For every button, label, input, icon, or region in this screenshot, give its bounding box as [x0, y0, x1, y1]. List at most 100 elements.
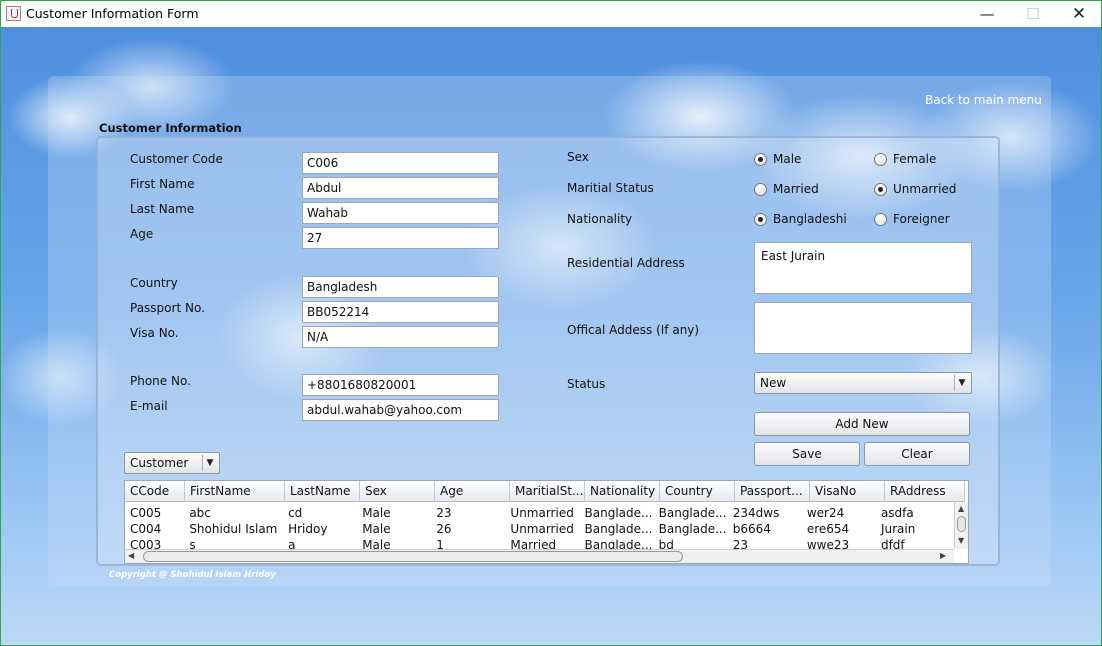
column-header[interactable]: Passport...: [735, 481, 810, 502]
title-bar: Customer Information Form — ☐ ✕: [1, 1, 1101, 27]
table-cell: abc: [189, 506, 211, 520]
section-title: Customer Information: [99, 121, 242, 135]
table-cell: 234dws: [732, 506, 780, 520]
table-cell: Male: [362, 506, 391, 520]
table-cell: Banglade...: [658, 506, 727, 520]
window-title: Customer Information Form: [26, 6, 199, 21]
dropdown-arrow-icon: ▼: [954, 375, 969, 391]
radio-label: Unmarried: [893, 182, 957, 196]
radio-unselected-icon: [754, 182, 767, 196]
radio-label: Married: [773, 182, 819, 196]
passport-field[interactable]: BB052214: [302, 301, 499, 323]
column-header[interactable]: FirstName: [185, 481, 285, 502]
table-cell: b6664: [732, 522, 771, 536]
status-select[interactable]: New ▼: [754, 372, 972, 394]
radio-label: Bangladeshi: [773, 212, 847, 226]
horizontal-scroll-thumb[interactable]: [143, 551, 683, 562]
column-header[interactable]: LastName: [285, 481, 360, 502]
radio-selected-icon: [754, 152, 767, 166]
last-name-label: Last Name: [130, 202, 195, 216]
table-header: CCode FirstName LastName Sex Age MaritialSt..…: [125, 481, 965, 502]
visa-field[interactable]: N/A: [302, 326, 499, 348]
column-header[interactable]: Age: [435, 481, 510, 502]
add-new-button[interactable]: Add New: [754, 412, 970, 436]
radio-selected-icon: [874, 182, 887, 196]
sex-label: Sex: [567, 150, 589, 164]
table-cell: 23: [436, 506, 452, 520]
table-cell: Banglade...: [658, 522, 727, 536]
record-type-select[interactable]: Customer ▼: [124, 452, 220, 474]
radio-label: Female: [893, 152, 937, 166]
phone-field[interactable]: +8801680820001: [302, 374, 499, 396]
column-header[interactable]: Country: [660, 481, 735, 502]
nationality-bangladeshi-radio[interactable]: Bangladeshi: [754, 212, 847, 226]
table-cell: Hridoy: [288, 522, 328, 536]
official-address-field[interactable]: [754, 302, 972, 354]
age-field[interactable]: 27: [302, 227, 499, 249]
table-cell: Banglade...: [584, 522, 653, 536]
sex-female-radio[interactable]: Female: [874, 152, 936, 166]
visa-label: Visa No.: [130, 326, 179, 340]
country-field[interactable]: Bangladesh: [302, 276, 499, 298]
country-label: Country: [130, 276, 178, 290]
status-label: Status: [567, 377, 606, 391]
table-cell: Shohidul Islam: [189, 522, 278, 536]
marital-married-radio[interactable]: Married: [754, 182, 819, 196]
vertical-scroll-thumb[interactable]: [957, 516, 966, 532]
column-header[interactable]: VisaNo: [810, 481, 885, 502]
record-type-select-value: Customer: [130, 456, 189, 470]
email-field[interactable]: abdul.wahab@yahoo.com: [302, 399, 499, 421]
last-name-field[interactable]: Wahab: [302, 202, 499, 224]
column-header[interactable]: Sex: [360, 481, 435, 502]
table-body: C005 abc cd Male 23 Unmarried Banglade... Bangl…: [125, 505, 955, 553]
phone-label: Phone No.: [130, 374, 191, 388]
table-cell: Male: [362, 522, 391, 536]
column-header[interactable]: MaritialSt...: [510, 481, 585, 502]
dropdown-arrow-icon: ▼: [202, 455, 217, 471]
column-header[interactable]: Nationality: [585, 481, 660, 502]
table-cell: C004: [130, 522, 162, 536]
customer-code-label: Customer Code: [130, 152, 223, 166]
table-row[interactable]: C004 Shohidul Islam Hridoy Male 26 Unmarried B…: [125, 521, 955, 537]
scroll-left-icon[interactable]: ◀: [128, 551, 134, 560]
first-name-label: First Name: [130, 177, 195, 191]
residential-address-field[interactable]: East Jurain: [754, 242, 972, 294]
sex-male-radio[interactable]: Male: [754, 152, 801, 166]
scroll-right-icon[interactable]: ▶: [940, 551, 946, 560]
save-button[interactable]: Save: [754, 442, 860, 466]
scroll-down-icon[interactable]: ▼: [958, 536, 964, 545]
column-header[interactable]: RAddress: [885, 481, 965, 502]
table-cell: asdfa: [880, 506, 914, 520]
marital-unmarried-radio[interactable]: Unmarried: [874, 182, 956, 196]
back-to-main-menu-link[interactable]: Back to main menu: [925, 93, 1042, 107]
table-cell: cd: [288, 506, 303, 520]
horizontal-scrollbar[interactable]: ◀ ▶: [125, 549, 954, 563]
vertical-scrollbar[interactable]: ▲ ▼: [954, 502, 968, 549]
table-cell: wer24: [806, 506, 845, 520]
maximize-button[interactable]: ☐: [1010, 1, 1056, 27]
minimize-button[interactable]: —: [964, 1, 1010, 27]
first-name-field[interactable]: Abdul: [302, 177, 499, 199]
age-label: Age: [130, 227, 154, 241]
table-cell: ere654: [806, 522, 850, 536]
customer-table[interactable]: CCode FirstName LastName Sex Age MaritialSt..…: [124, 480, 969, 564]
radio-unselected-icon: [874, 212, 887, 226]
customer-code-field[interactable]: C006: [302, 152, 499, 174]
table-row[interactable]: C005 abc cd Male 23 Unmarried Banglade... Bangl…: [125, 505, 955, 521]
column-header[interactable]: CCode: [125, 481, 185, 502]
email-label: E-mail: [130, 399, 168, 413]
table-cell: Banglade...: [584, 506, 653, 520]
table-cell: Unmarried: [510, 506, 574, 520]
table-cell: Jurain: [880, 522, 916, 536]
close-button[interactable]: ✕: [1056, 1, 1101, 27]
clear-button[interactable]: Clear: [864, 442, 970, 466]
nationality-foreigner-radio[interactable]: Foreigner: [874, 212, 950, 226]
scroll-up-icon[interactable]: ▲: [958, 504, 964, 513]
radio-label: Male: [773, 152, 802, 166]
marital-status-label: Maritial Status: [567, 181, 654, 195]
table-cell: Unmarried: [510, 522, 574, 536]
radio-unselected-icon: [874, 152, 887, 166]
radio-selected-icon: [754, 212, 767, 226]
radio-label: Foreigner: [893, 212, 950, 226]
status-select-value: New: [760, 376, 787, 390]
